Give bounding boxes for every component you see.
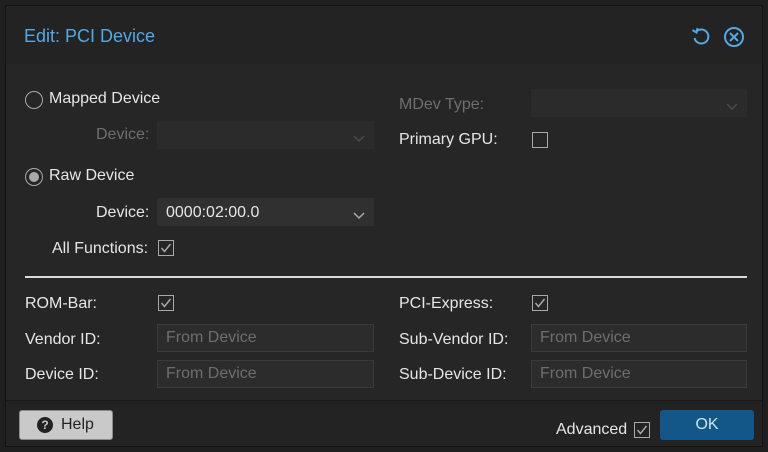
mapped-device-select[interactable] <box>157 121 374 149</box>
mapped-device-device-label: Device: <box>96 126 150 143</box>
checkmark-icon <box>160 243 172 253</box>
primary-gpu-checkbox[interactable] <box>532 132 548 148</box>
all-functions-checkbox[interactable] <box>158 240 174 256</box>
advanced-checkbox[interactable] <box>634 422 650 438</box>
device-id-input[interactable] <box>158 361 373 387</box>
checkmark-icon <box>534 298 546 308</box>
mdev-type-select[interactable] <box>531 89 747 117</box>
dialog-titlebar: Edit: PCI Device <box>6 6 762 64</box>
sub-device-id-input[interactable] <box>532 361 746 387</box>
all-functions-label: All Functions: <box>52 240 149 257</box>
chevron-down-icon <box>726 98 738 116</box>
chevron-down-icon <box>353 130 365 148</box>
help-button[interactable]: ? Help <box>19 410 113 440</box>
section-divider <box>25 276 747 278</box>
rom-bar-checkbox[interactable] <box>158 295 174 311</box>
ok-button[interactable]: OK <box>660 410 754 440</box>
checkmark-icon <box>636 425 648 435</box>
dialog-footer: ? Help Advanced OK <box>6 400 762 446</box>
reset-icon[interactable] <box>690 26 712 48</box>
chevron-down-icon <box>353 207 365 225</box>
mapped-device-radio[interactable] <box>25 91 43 109</box>
device-id-label: Device ID: <box>25 366 99 383</box>
mdev-type-label: MDev Type: <box>399 96 485 113</box>
checkmark-icon <box>160 298 172 308</box>
raw-device-select[interactable]: 0000:02:00.0 <box>157 198 374 226</box>
raw-device-device-label: Device: <box>96 204 150 221</box>
help-button-label: Help <box>61 416 94 433</box>
raw-device-label: Raw Device <box>49 167 135 184</box>
rom-bar-label: ROM-Bar: <box>25 295 97 312</box>
sub-vendor-id-field[interactable] <box>531 324 747 352</box>
device-id-field[interactable] <box>157 360 374 388</box>
raw-device-select-value: 0000:02:00.0 <box>166 204 260 221</box>
raw-device-radio[interactable] <box>25 168 43 186</box>
vendor-id-label: Vendor ID: <box>25 331 101 348</box>
sub-vendor-id-input[interactable] <box>532 325 746 351</box>
sub-device-id-field[interactable] <box>531 360 747 388</box>
vendor-id-input[interactable] <box>158 325 373 351</box>
vendor-id-field[interactable] <box>157 324 374 352</box>
edit-pci-device-dialog: Edit: PCI Device Mapped Device Device: R… <box>5 5 763 447</box>
close-icon[interactable] <box>723 26 745 48</box>
pci-express-checkbox[interactable] <box>532 295 548 311</box>
primary-gpu-label: Primary GPU: <box>399 131 498 148</box>
dialog-body: Mapped Device Device: Raw Device Device:… <box>6 64 762 400</box>
sub-vendor-id-label: Sub-Vendor ID: <box>399 331 509 348</box>
sub-device-id-label: Sub-Device ID: <box>399 366 507 383</box>
pci-express-label: PCI-Express: <box>399 295 494 312</box>
question-circle-icon: ? <box>37 417 53 433</box>
dialog-title: Edit: PCI Device <box>24 26 156 46</box>
advanced-label: Advanced <box>556 421 628 438</box>
mapped-device-label: Mapped Device <box>49 90 161 107</box>
